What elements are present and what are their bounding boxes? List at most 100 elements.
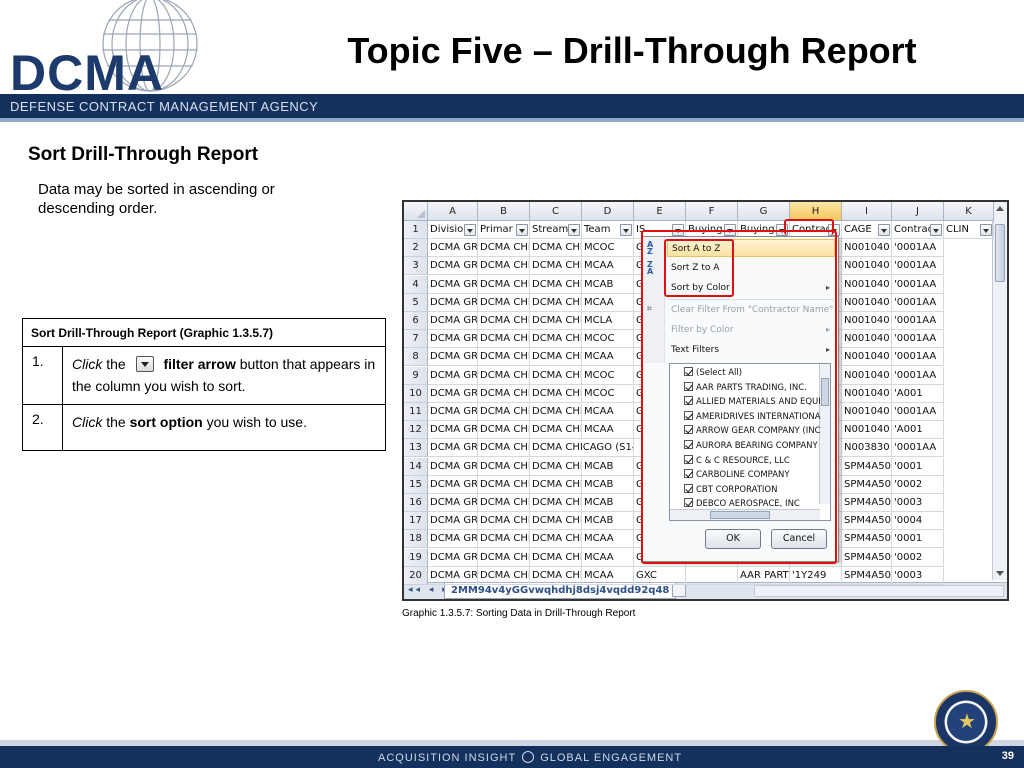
table-cell[interactable]: DCMA CHI [530, 530, 582, 549]
column-header-i[interactable]: I [842, 202, 892, 221]
row-number[interactable]: 20 [404, 566, 428, 585]
table-cell[interactable]: MCAA [582, 348, 634, 367]
table-cell[interactable]: DCMA CHI [478, 475, 530, 494]
table-cell[interactable]: MCAA [582, 257, 634, 276]
column-header-c[interactable]: C [530, 202, 582, 221]
column-header-d[interactable]: D [582, 202, 634, 221]
table-cell[interactable]: DCMA GR [428, 257, 478, 276]
table-cell[interactable]: N001040 6 [842, 239, 892, 258]
table-cell[interactable]: DCMA CHI [530, 421, 582, 440]
table-cell[interactable]: 'A001 [892, 421, 944, 440]
table-cell[interactable]: DCMA CHI [478, 239, 530, 258]
sheet-tab[interactable]: 2MM94v4yGGvwqhdhj8dsj4vqdd92q48 [444, 583, 677, 599]
row-number[interactable]: 6 [404, 312, 428, 330]
row-number[interactable]: 9 [404, 366, 428, 385]
table-cell[interactable]: N001040 8 [842, 312, 892, 330]
table-cell[interactable]: DCMA GR [428, 512, 478, 531]
table-cell[interactable]: DCMA GR [428, 530, 478, 549]
table-cell[interactable]: '0001AA [892, 257, 944, 276]
table-cell[interactable]: DCMA GR [428, 566, 478, 585]
table-cell[interactable]: DCMA CHI [530, 257, 582, 276]
row-number[interactable]: 14 [404, 457, 428, 476]
table-cell[interactable]: N001040 6 [842, 257, 892, 276]
table-cell[interactable]: DCMA GR [428, 421, 478, 440]
table-cell[interactable]: N001040 8 [842, 403, 892, 421]
table-cell[interactable]: DCMA CHI [478, 312, 530, 330]
table-cell[interactable]: N001040 8 [842, 421, 892, 440]
table-cell[interactable]: DCMA CHI [530, 548, 582, 567]
table-cell[interactable]: DCMA CHI [478, 566, 530, 585]
column-header-b[interactable]: B [478, 202, 530, 221]
table-cell[interactable]: DCMA CHI [530, 312, 582, 330]
table-cell[interactable]: MCAA [582, 548, 634, 567]
table-cell[interactable]: N001040 8 [842, 330, 892, 349]
row-number[interactable]: 17 [404, 512, 428, 531]
table-cell[interactable]: DCMA GR [428, 239, 478, 258]
table-cell[interactable]: '0001AA [892, 312, 944, 330]
table-cell[interactable]: '0003 [892, 494, 944, 512]
table-cell[interactable]: DCMA CHI [530, 475, 582, 494]
table-cell[interactable]: DCMA GR [428, 348, 478, 367]
table-cell[interactable]: '0001 [892, 530, 944, 549]
table-cell[interactable]: SPM4A508 [842, 530, 892, 549]
column-header-k[interactable]: K [944, 202, 994, 221]
table-cell[interactable]: DCMA CHI [478, 293, 530, 312]
table-cell[interactable]: '0001AA [892, 348, 944, 367]
filter-arrow-icon[interactable] [878, 224, 890, 236]
table-cell[interactable]: MCAB [582, 512, 634, 531]
table-cell[interactable]: DCMA CHI [530, 494, 582, 512]
table-cell[interactable]: DCMA CHI [530, 566, 582, 585]
table-cell[interactable]: '0002 [892, 548, 944, 567]
table-cell[interactable]: MCAA [582, 566, 634, 585]
table-cell[interactable]: DCMA GR [428, 439, 478, 458]
table-cell[interactable]: SPM4A508 [842, 457, 892, 476]
table-cell[interactable]: DCMA GR [428, 330, 478, 349]
filter-arrow-icon[interactable] [620, 224, 632, 236]
table-cell[interactable]: SPM4A508 [842, 494, 892, 512]
table-cell[interactable]: N001040 7 [842, 275, 892, 294]
table-cell[interactable]: MCAB [582, 457, 634, 476]
table-cell[interactable]: '0001AA [892, 403, 944, 421]
table-cell[interactable]: GXC [634, 566, 686, 585]
table-cell[interactable]: DCMA CHI [530, 275, 582, 294]
column-header-a[interactable]: A [428, 202, 478, 221]
row-number[interactable]: 12 [404, 421, 428, 440]
table-cell[interactable]: '0001AA [892, 239, 944, 258]
row-number[interactable]: 13 [404, 439, 428, 458]
table-cell[interactable]: DCMA CHI [478, 257, 530, 276]
table-cell[interactable]: DCMA GR [428, 275, 478, 294]
new-sheet-icon[interactable] [672, 584, 686, 597]
table-cell[interactable]: DCMA GR [428, 403, 478, 421]
table-cell[interactable]: '0001AA [892, 275, 944, 294]
table-cell[interactable]: DCMA CHI [478, 512, 530, 531]
table-cell[interactable]: DCMA GR [428, 312, 478, 330]
table-cell[interactable]: N001040 8 [842, 384, 892, 403]
column-header-f[interactable]: F [686, 202, 738, 221]
select-all-corner[interactable] [404, 202, 428, 221]
table-cell[interactable]: MCAB [582, 475, 634, 494]
table-cell[interactable]: '0003 [892, 566, 944, 585]
table-cell[interactable]: DCMA CHI [478, 439, 530, 458]
filter-arrow-icon[interactable] [464, 224, 476, 236]
table-cell[interactable]: MCOC [582, 239, 634, 258]
table-cell[interactable]: DCMA CHI [530, 512, 582, 531]
scroll-thumb[interactable] [995, 224, 1005, 282]
table-cell[interactable]: DCMA CHI [478, 275, 530, 294]
table-cell[interactable]: DCMA CHI [530, 457, 582, 476]
table-cell[interactable]: DCMA CHI [478, 494, 530, 512]
table-cell[interactable]: MCAA [582, 421, 634, 440]
table-cell[interactable]: SPM4A508 [842, 512, 892, 531]
table-cell[interactable]: DCMA GR [428, 384, 478, 403]
table-cell[interactable]: SPM4A508 [842, 548, 892, 567]
scroll-down-arrow-icon[interactable] [996, 571, 1004, 576]
table-cell[interactable]: MCAA [582, 530, 634, 549]
table-cell[interactable]: DCMA CHI [478, 530, 530, 549]
table-cell[interactable] [686, 566, 738, 585]
table-cell[interactable]: MCAB [582, 275, 634, 294]
table-cell[interactable]: DCMA CHICAGO (S1403 [530, 439, 634, 458]
row-number[interactable]: 3 [404, 257, 428, 276]
table-cell[interactable]: DCMA GR [428, 475, 478, 494]
table-cell[interactable]: DCMA CHI [478, 403, 530, 421]
table-cell[interactable]: DCMA CHI [478, 330, 530, 349]
table-cell[interactable]: DCMA CHI [530, 239, 582, 258]
